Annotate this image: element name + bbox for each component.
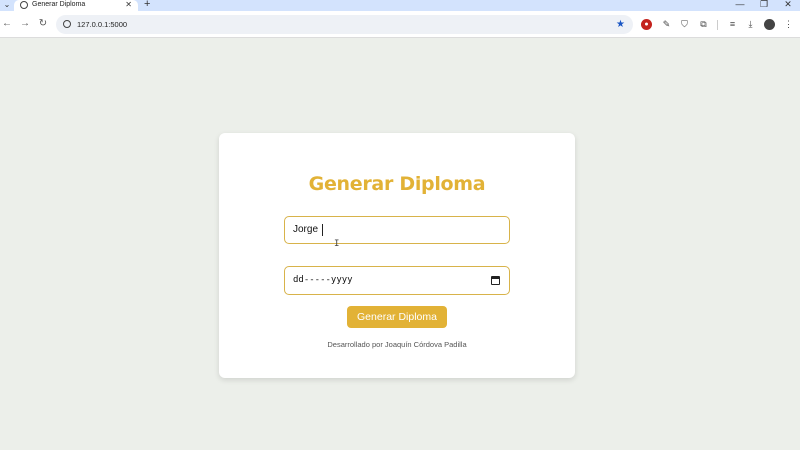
address-bar[interactable]: 127.0.0.1:5000 ★ <box>56 15 633 34</box>
forward-button[interactable]: → <box>19 18 31 30</box>
text-caret <box>322 224 323 236</box>
tab-strip: ⌄ Generar Diploma ✕ + — ❐ ✕ <box>0 0 800 11</box>
name-input[interactable]: Jorge <box>284 216 510 244</box>
date-placeholder[interactable]: dd-----yyyy <box>293 267 353 294</box>
diploma-form-card: Generar Diploma Jorge dd-----yyyy Genera… <box>219 133 575 378</box>
url-text[interactable]: 127.0.0.1:5000 <box>77 15 127 34</box>
new-tab-button[interactable]: + <box>144 0 150 10</box>
info-icon[interactable] <box>63 20 71 28</box>
back-button[interactable]: ← <box>1 18 13 30</box>
browser-toolbar: ← → ↻ 127.0.0.1:5000 ★ ● ✎ ⛉ ⧉ ≡ ⤓ ⋮ <box>0 11 800 38</box>
tab-generar-diploma[interactable]: Generar Diploma ✕ <box>14 0 138 11</box>
tab-title: Generar Diploma <box>32 1 86 8</box>
name-input-value[interactable]: Jorge <box>293 217 318 243</box>
bookmark-star-icon[interactable]: ★ <box>616 15 625 34</box>
globe-icon <box>20 1 28 9</box>
tab-search-icon[interactable]: ⌄ <box>2 0 12 11</box>
extension-icon[interactable]: ● <box>641 19 652 30</box>
reload-button[interactable]: ↻ <box>37 18 49 30</box>
media-icon[interactable]: ≡ <box>727 19 738 30</box>
menu-dots-icon[interactable]: ⋮ <box>783 19 794 30</box>
page-title: Generar Diploma <box>308 173 486 195</box>
minimize-button[interactable]: — <box>733 0 747 9</box>
date-input[interactable]: dd-----yyyy <box>284 266 510 295</box>
download-icon[interactable]: ⤓ <box>745 19 756 30</box>
text-cursor-icon: I <box>334 239 340 249</box>
pen-icon[interactable]: ✎ <box>661 19 672 30</box>
generate-diploma-button[interactable]: Generar Diploma <box>347 306 447 328</box>
tab-close-icon[interactable]: ✕ <box>125 0 132 9</box>
puzzle-icon[interactable]: ⧉ <box>698 19 709 30</box>
calendar-icon[interactable] <box>491 276 500 285</box>
close-window-button[interactable]: ✕ <box>781 0 795 9</box>
toolbar-divider <box>717 20 718 30</box>
footer-credit: Desarrollado por Joaquín Córdova Padilla <box>327 340 467 349</box>
profile-avatar-icon[interactable] <box>764 19 775 30</box>
shield-icon[interactable]: ⛉ <box>679 19 690 30</box>
restore-button[interactable]: ❐ <box>757 0 771 9</box>
